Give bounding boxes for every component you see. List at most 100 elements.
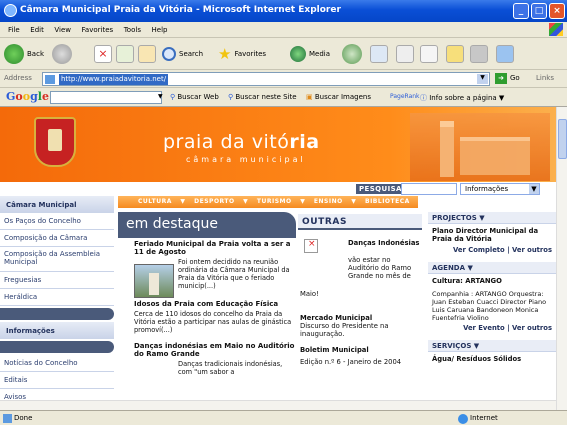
ver-evento-link[interactable]: Ver Evento — [463, 324, 505, 332]
page-viewport: praia da vitória câmara municipal PESQUI… — [0, 107, 556, 410]
nav-ensino[interactable]: ENSINO ▼ — [314, 198, 357, 205]
folder-icon[interactable] — [446, 45, 464, 63]
outras-item-title[interactable]: Boletim Municipal — [300, 346, 369, 354]
favorites-button[interactable]: ★ Favorites — [218, 42, 266, 66]
research-icon[interactable] — [470, 45, 488, 63]
sidebar-item-noticias[interactable]: Notícias do Concelho — [0, 355, 114, 372]
nav-cultura[interactable]: CULTURA ▼ — [138, 198, 186, 205]
messenger-icon[interactable] — [496, 45, 514, 63]
media-button[interactable]: Media — [290, 42, 330, 66]
menu-help[interactable]: Help — [152, 22, 168, 38]
page-done-icon — [3, 414, 12, 423]
media-label: Media — [309, 50, 331, 58]
top-nav: CULTURA ▼ DESPORTO ▼ TURISMO ▼ ENSINO ▼ … — [118, 196, 423, 208]
broken-image-icon — [304, 239, 318, 253]
buscar-web-button[interactable]: ⚲ Buscar Web — [170, 93, 219, 101]
sidebar-item-freguesias[interactable]: Freguesias — [0, 272, 114, 289]
nav-cultura-label: CULTURA — [138, 198, 172, 205]
destaque-title: em destaque — [126, 216, 218, 232]
outras-item-body: Discurso do Presidente na inauguração. — [300, 322, 389, 338]
news-title[interactable]: Danças indonésias em Maio no Auditório d… — [134, 342, 296, 358]
address-label: Address — [4, 74, 32, 82]
go-button[interactable]: Go — [510, 74, 520, 82]
history-icon[interactable] — [342, 44, 362, 64]
projectos-item-title[interactable]: Plano Director Municipal da Praia da Vit… — [428, 224, 556, 246]
sidebar-item-pacos[interactable]: Os Paços do Concelho — [0, 213, 114, 230]
site-header: praia da vitória câmara municipal — [0, 107, 556, 182]
agenda-header: AGENDA ▼ — [428, 262, 556, 274]
info-button[interactable]: ⓘ Info sobre a página ▼ — [420, 93, 504, 103]
agenda-title: AGENDA — [432, 264, 466, 272]
sidebar-head-camara: Câmara Municipal — [0, 196, 114, 213]
sidebar-divider — [0, 341, 114, 353]
nav-biblioteca[interactable]: BIBLIOTECA ▼ — [365, 198, 423, 205]
google-search-input[interactable] — [50, 91, 162, 104]
menu-tools[interactable]: Tools — [124, 22, 141, 38]
mail-icon[interactable] — [370, 45, 388, 63]
google-logo[interactable]: Google — [6, 90, 49, 103]
status-text: Done — [14, 414, 33, 422]
forward-button[interactable] — [52, 42, 72, 66]
print-icon[interactable] — [396, 45, 414, 63]
buscar-site-label: Buscar neste Site — [235, 93, 297, 101]
scroll-thumb[interactable] — [558, 119, 567, 159]
search-label: Search — [179, 50, 204, 58]
sidebar-item-composicao-camara[interactable]: Composição da Câmara — [0, 230, 114, 247]
outras-item-title[interactable]: Danças Indonésias — [348, 239, 419, 247]
agenda-item-title[interactable]: Cultura: ARTANGO — [428, 274, 556, 288]
church-header-image — [410, 113, 550, 181]
destaque-header: em destaque — [118, 212, 296, 238]
search-row: PESQUISAR Informações ▼ — [0, 182, 556, 196]
nav-turismo[interactable]: TURISMO ▼ — [257, 198, 305, 205]
window-title: Câmara Municipal Praia da Vitória - Micr… — [20, 5, 341, 15]
horizontal-scrollbar[interactable] — [0, 400, 556, 410]
nav-ensino-label: ENSINO — [313, 198, 343, 205]
links-label[interactable]: Links — [536, 74, 554, 82]
ver-completo-link[interactable]: Ver Completo — [453, 246, 505, 254]
info-icon: ⓘ — [420, 94, 427, 102]
sidebar-item-heraldica[interactable]: Heráldica — [0, 289, 114, 306]
news-image[interactable] — [134, 264, 174, 298]
ver-outros-link[interactable]: Ver outros — [512, 246, 552, 254]
site-search-input[interactable] — [401, 183, 457, 195]
chevron-down-icon: ▼ — [529, 184, 539, 194]
nav-desporto[interactable]: DESPORTO ▼ — [194, 198, 248, 205]
chevron-down-icon[interactable]: ▼ — [477, 74, 488, 84]
menu-view[interactable]: View — [54, 22, 71, 38]
outras-item-title[interactable]: Mercado Municipal — [300, 314, 372, 322]
outras-item-body: Edição n.º 6 - Janeiro de 2004 — [300, 358, 402, 366]
close-button[interactable]: × — [549, 3, 565, 19]
servicos-item[interactable]: Água/ Resíduos Sólidos — [428, 352, 556, 366]
buscar-imagens-label: Buscar Imagens — [314, 93, 371, 101]
edit-icon[interactable] — [420, 45, 438, 63]
menu-edit[interactable]: Edit — [30, 22, 44, 38]
internet-globe-icon — [458, 414, 468, 424]
news-title[interactable]: Feriado Municipal da Praia volta a ser a… — [134, 240, 296, 256]
search-button[interactable]: Search — [162, 42, 203, 66]
address-input[interactable]: http://www.praiadavitoria.net/ ▼ — [42, 72, 490, 86]
go-arrow-icon[interactable]: ➜ — [495, 73, 507, 84]
google-toolbar: Google ▼ ⚲ Buscar Web ⚲ Buscar neste Sit… — [0, 88, 567, 107]
windows-logo-icon — [549, 23, 563, 36]
stop-icon[interactable]: × — [94, 45, 112, 63]
buscar-site-button[interactable]: ⚲ Buscar neste Site — [228, 93, 297, 101]
pagerank-indicator[interactable]: PageRank — [390, 93, 420, 100]
binoculars-icon: ⚲ — [170, 93, 176, 101]
sidebar-item-editais[interactable]: Editais — [0, 372, 114, 389]
menu-favorites[interactable]: Favorites — [82, 22, 114, 38]
vertical-scrollbar[interactable] — [556, 107, 567, 410]
home-icon[interactable] — [138, 45, 156, 63]
maximize-button[interactable]: □ — [531, 3, 547, 19]
chevron-down-icon[interactable]: ▼ — [158, 93, 163, 100]
ver-outros-link[interactable]: Ver outros — [512, 324, 552, 332]
menu-file[interactable]: File — [8, 22, 20, 38]
search-scope-select[interactable]: Informações ▼ — [460, 183, 540, 195]
buscar-imagens-button[interactable]: ▣ Buscar Imagens — [306, 93, 371, 101]
minimize-button[interactable]: _ — [513, 3, 529, 19]
sidebar-item-assembleia[interactable]: Composição da Assembleia Municipal — [0, 247, 114, 272]
media-icon — [290, 46, 306, 62]
refresh-icon[interactable] — [116, 45, 134, 63]
site-title: praia da vitória — [163, 131, 320, 153]
back-button[interactable]: Back — [4, 42, 44, 66]
news-title[interactable]: Idosos da Praia com Educação Física — [134, 300, 296, 308]
